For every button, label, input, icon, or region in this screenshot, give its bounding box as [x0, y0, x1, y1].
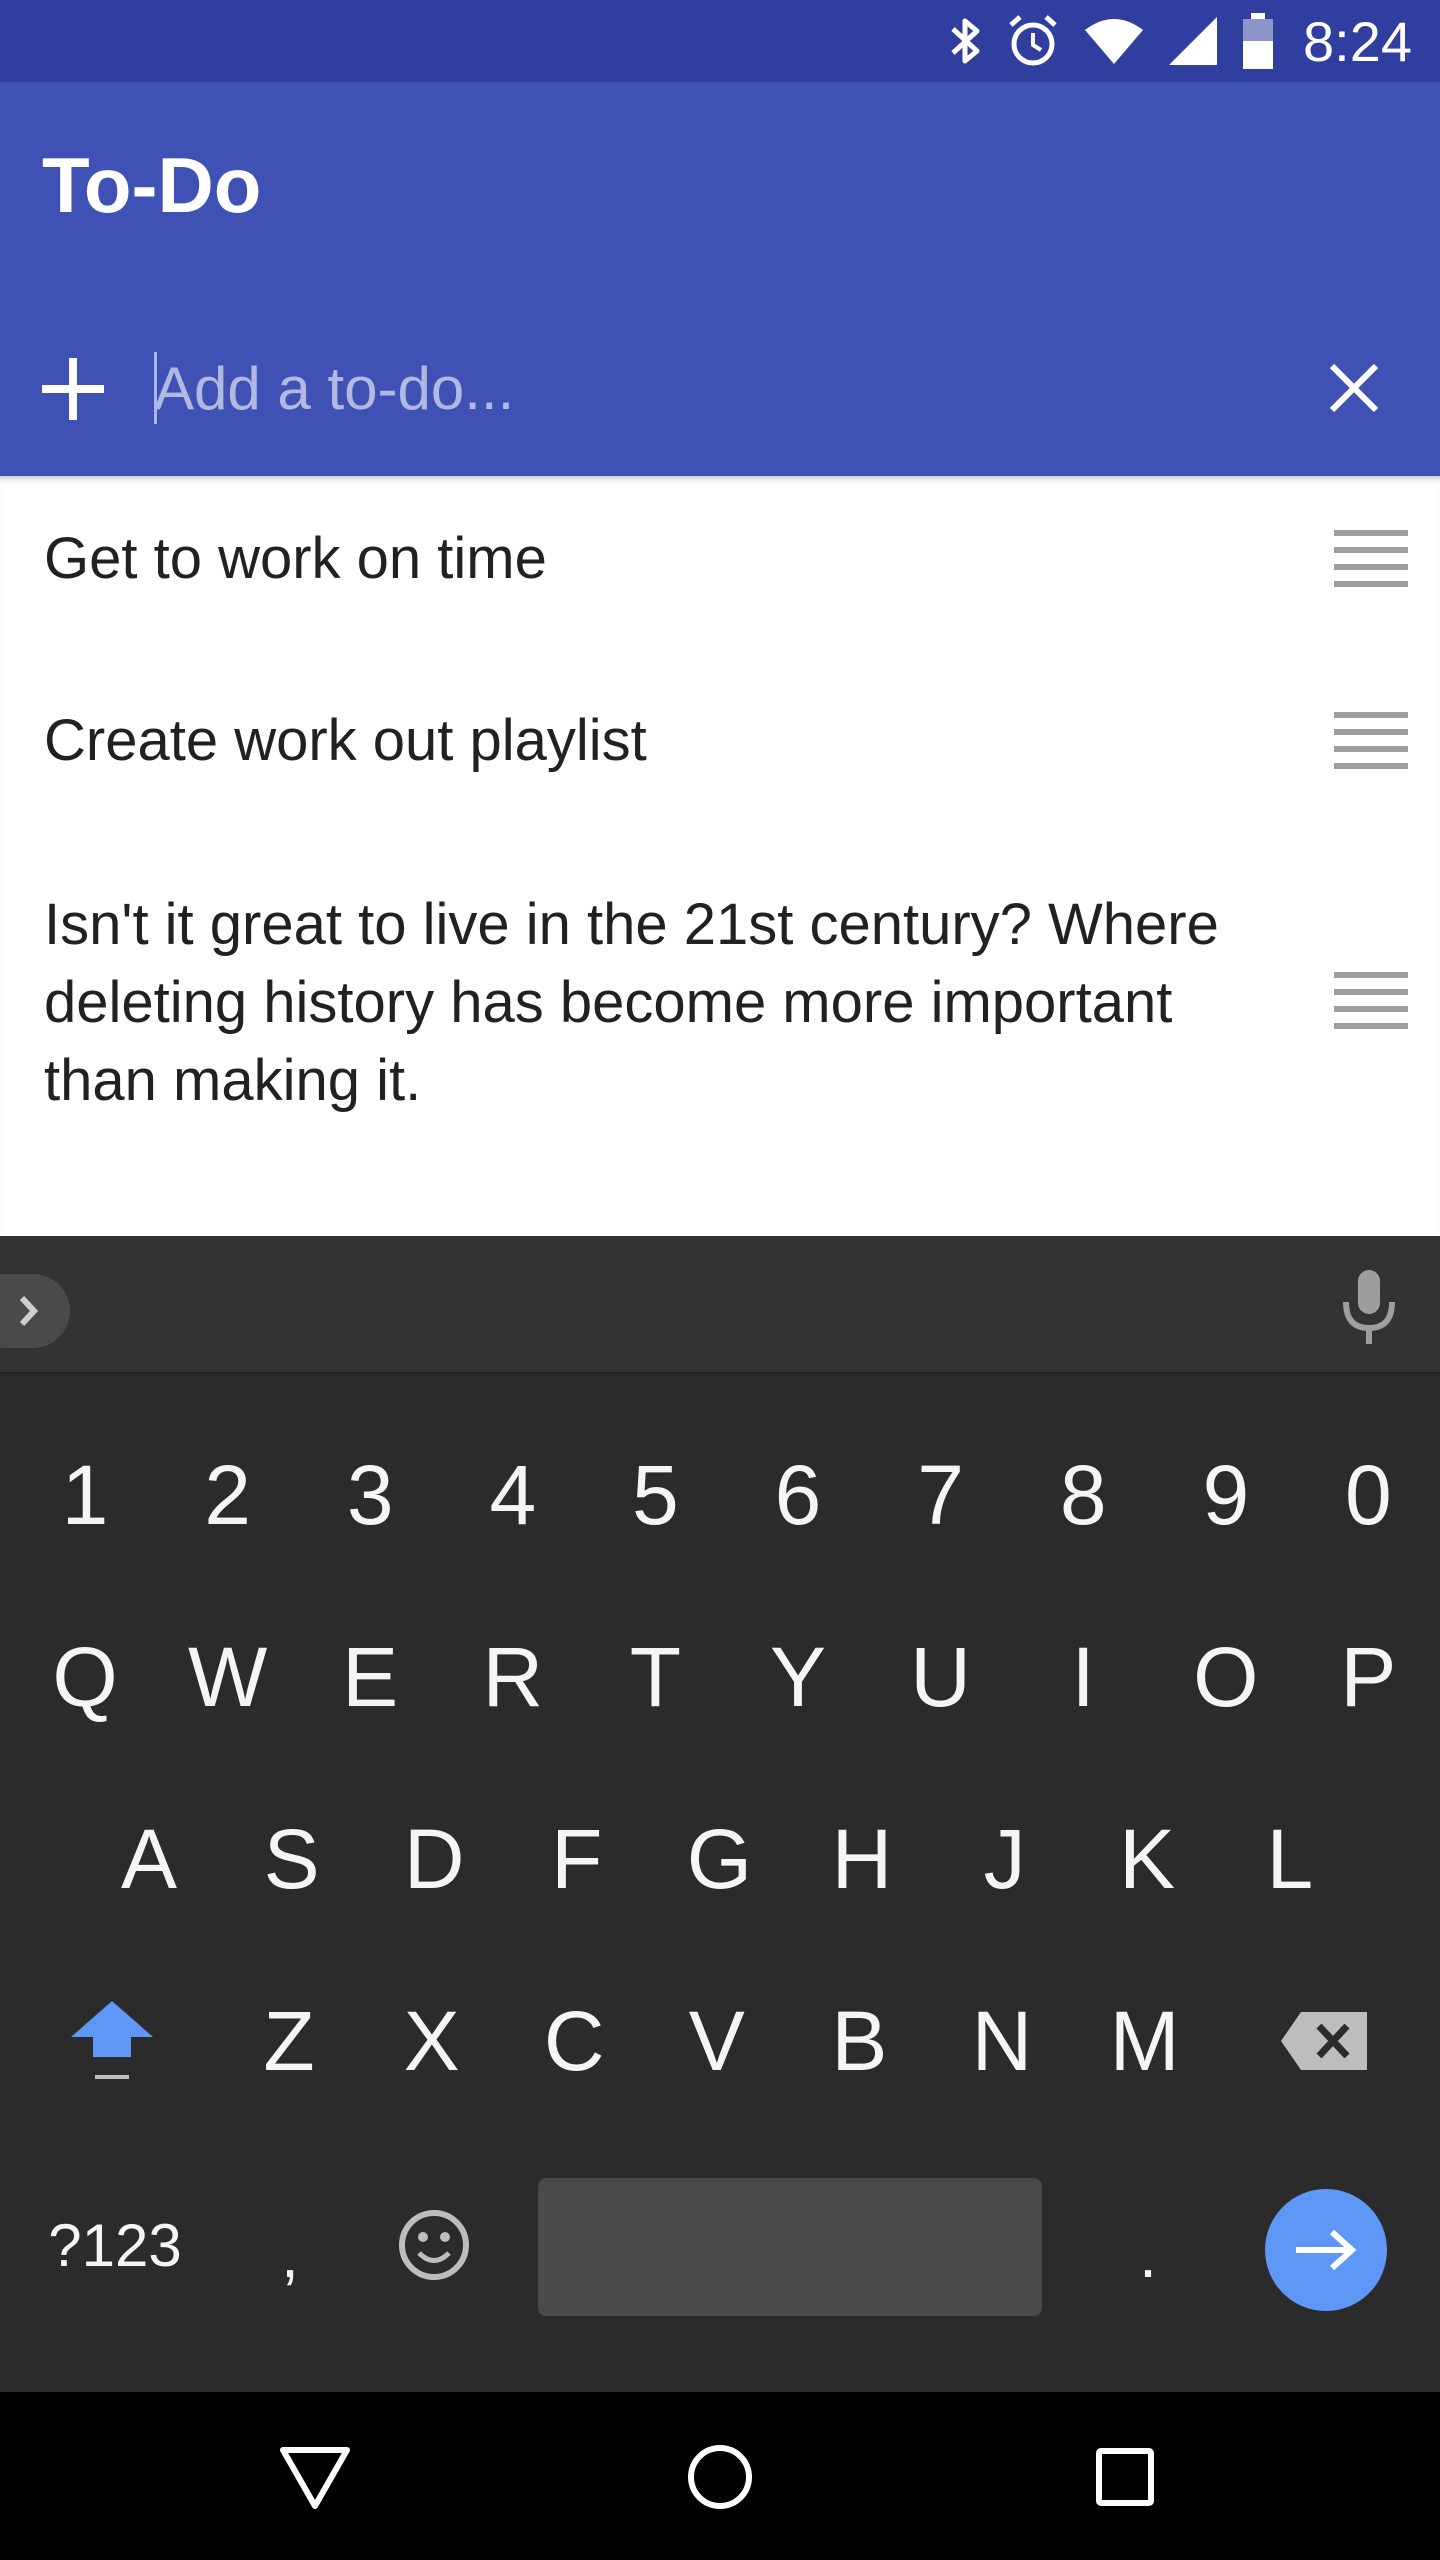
- todo-list: Get to work on time Create work out play…: [0, 476, 1440, 1236]
- period-key[interactable]: .: [1098, 2170, 1198, 2340]
- home-icon: [688, 2445, 752, 2509]
- comma-key[interactable]: ,: [240, 2170, 340, 2340]
- list-item[interactable]: Create work out playlist: [0, 658, 1440, 840]
- number-key-5[interactable]: 5: [584, 1420, 726, 1570]
- suggestion-bar: [0, 1236, 1440, 1374]
- letter-key-x[interactable]: X: [361, 1966, 503, 2116]
- letter-key-u[interactable]: U: [870, 1602, 1012, 1752]
- letter-key-l[interactable]: L: [1219, 1784, 1361, 1934]
- app-title: To-Do: [42, 141, 262, 229]
- chevron-right-icon: [19, 1295, 39, 1327]
- letter-key-k[interactable]: K: [1076, 1784, 1218, 1934]
- letter-key-c[interactable]: C: [503, 1966, 645, 2116]
- number-key-3[interactable]: 3: [299, 1420, 441, 1570]
- space-key[interactable]: [538, 2178, 1042, 2316]
- number-key-1[interactable]: 1: [14, 1420, 156, 1570]
- number-key-8[interactable]: 8: [1012, 1420, 1154, 1570]
- bluetooth-icon: [951, 18, 980, 64]
- letter-key-z[interactable]: Z: [218, 1966, 360, 2116]
- letter-key-r[interactable]: R: [442, 1602, 584, 1752]
- number-key-7[interactable]: 7: [870, 1420, 1012, 1570]
- number-key-9[interactable]: 9: [1155, 1420, 1297, 1570]
- letter-key-w[interactable]: W: [157, 1602, 299, 1752]
- alarm-icon: [1009, 15, 1057, 66]
- keyboard: 1234567890 QWERTYUIOP ASDFGHJKL ZXCVBNM …: [0, 1236, 1440, 2392]
- letter-key-s[interactable]: S: [221, 1784, 363, 1934]
- letter-key-e[interactable]: E: [299, 1602, 441, 1752]
- app-bar: To-Do: [0, 82, 1440, 476]
- add-todo-row: [0, 322, 1440, 452]
- number-key-4[interactable]: 4: [442, 1420, 584, 1570]
- letter-key-i[interactable]: I: [1012, 1602, 1154, 1752]
- letter-key-p[interactable]: P: [1297, 1602, 1439, 1752]
- backspace-key[interactable]: [1262, 1966, 1386, 2116]
- letter-row-1: QWERTYUIOP: [0, 1602, 1440, 1752]
- text-cursor: [154, 352, 157, 424]
- letter-key-h[interactable]: H: [791, 1784, 933, 1934]
- letter-row-3: ZXCVBNM: [0, 1966, 1440, 2116]
- battery-icon: [1243, 13, 1273, 69]
- todo-text: Create work out playlist: [44, 708, 647, 773]
- letter-key-d[interactable]: D: [363, 1784, 505, 1934]
- emoji-icon: [399, 2210, 469, 2280]
- letter-key-n[interactable]: N: [931, 1966, 1073, 2116]
- emoji-key[interactable]: [370, 2170, 498, 2320]
- letter-key-g[interactable]: G: [648, 1784, 790, 1934]
- arrow-right-icon: [1296, 2229, 1357, 2271]
- todo-text: Get to work on time: [44, 526, 547, 591]
- add-todo-input[interactable]: [154, 340, 1254, 436]
- letter-key-v[interactable]: V: [646, 1966, 788, 2116]
- drag-handle-icon[interactable]: [1334, 530, 1408, 588]
- list-item[interactable]: Get to work on time: [0, 476, 1440, 658]
- close-icon[interactable]: [1326, 360, 1382, 416]
- home-button[interactable]: [675, 2432, 765, 2522]
- symbols-key[interactable]: ?123: [30, 2170, 200, 2320]
- list-item[interactable]: Isn't it great to live in the 21st centu…: [0, 840, 1440, 1180]
- letter-row-2: ASDFGHJKL: [0, 1784, 1440, 1934]
- status-time: 8:24: [1303, 9, 1412, 73]
- recents-icon: [1096, 2448, 1154, 2506]
- letter-key-q[interactable]: Q: [14, 1602, 156, 1752]
- number-key-2[interactable]: 2: [157, 1420, 299, 1570]
- enter-key[interactable]: [1265, 2189, 1387, 2311]
- plus-icon[interactable]: [40, 356, 106, 422]
- letter-key-o[interactable]: O: [1155, 1602, 1297, 1752]
- drag-handle-icon[interactable]: [1334, 972, 1408, 1030]
- status-icons: 8:24: [947, 0, 1412, 82]
- letter-key-m[interactable]: M: [1074, 1966, 1216, 2116]
- navigation-bar: [0, 2392, 1440, 2560]
- letter-key-t[interactable]: T: [584, 1602, 726, 1752]
- recents-button[interactable]: [1080, 2432, 1170, 2522]
- shift-key[interactable]: [52, 1966, 172, 2116]
- expand-suggestions-button[interactable]: [0, 1274, 70, 1348]
- wifi-icon: [1085, 19, 1143, 64]
- backspace-icon: [1281, 2012, 1367, 2070]
- microphone-icon[interactable]: [1338, 1268, 1400, 1348]
- letter-key-j[interactable]: J: [934, 1784, 1076, 1934]
- letter-key-a[interactable]: A: [78, 1784, 220, 1934]
- letter-key-f[interactable]: F: [506, 1784, 648, 1934]
- todo-text: Isn't it great to live in the 21st centu…: [44, 892, 1219, 1113]
- drag-handle-icon[interactable]: [1334, 712, 1408, 770]
- number-key-0[interactable]: 0: [1297, 1420, 1439, 1570]
- letter-key-b[interactable]: B: [788, 1966, 930, 2116]
- back-button[interactable]: [270, 2432, 360, 2522]
- number-row: 1234567890: [0, 1420, 1440, 1570]
- shift-up-icon: [71, 2001, 153, 2079]
- cell-signal-icon: [1169, 17, 1217, 65]
- status-bar: 8:24: [0, 0, 1440, 82]
- back-icon: [280, 2447, 350, 2509]
- number-key-6[interactable]: 6: [727, 1420, 869, 1570]
- letter-key-y[interactable]: Y: [727, 1602, 869, 1752]
